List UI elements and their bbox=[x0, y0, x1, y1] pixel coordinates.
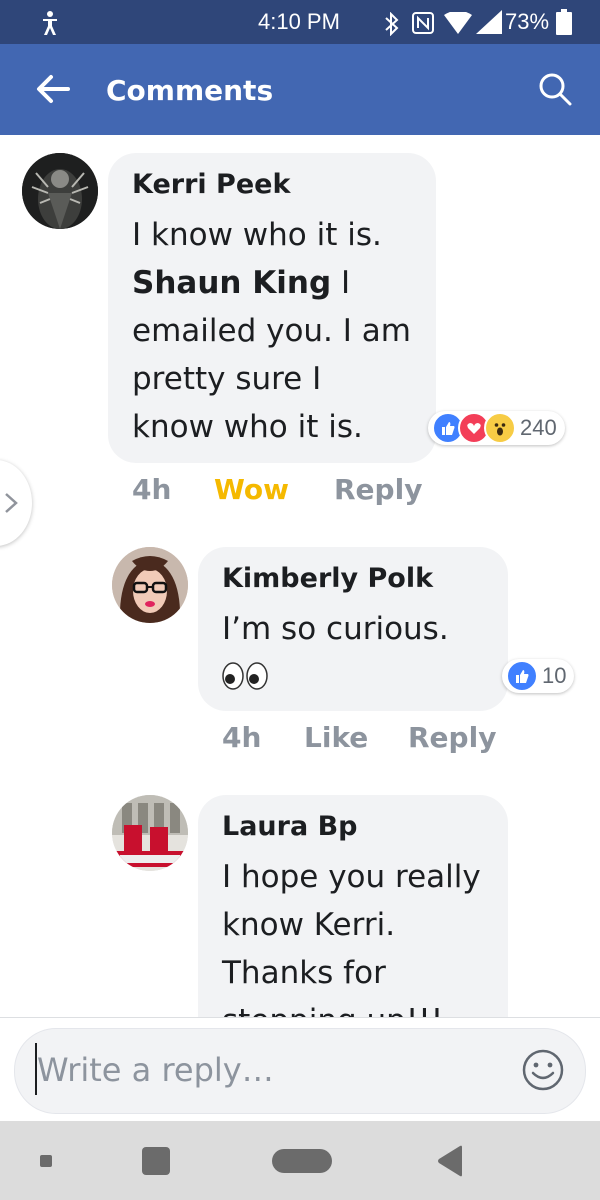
recents-icon[interactable] bbox=[142, 1147, 170, 1175]
page-title: Comments bbox=[106, 74, 274, 107]
battery-percent: 73% bbox=[505, 9, 550, 34]
status-bar: 4:10 PM 73% bbox=[0, 0, 600, 44]
comment-line: I hope you really bbox=[222, 859, 481, 895]
comment-time: 4h bbox=[222, 721, 262, 754]
battery-icon bbox=[556, 9, 572, 35]
search-icon[interactable] bbox=[538, 72, 572, 106]
eyes-emoji-icon bbox=[222, 662, 268, 690]
avatar[interactable] bbox=[112, 547, 188, 623]
chevron-right-icon bbox=[5, 493, 18, 513]
bluetooth-icon bbox=[385, 12, 399, 36]
system-nav-bar bbox=[0, 1121, 600, 1200]
home-icon[interactable] bbox=[272, 1149, 332, 1173]
comment-line: Shaun King I bbox=[132, 259, 432, 307]
wifi-icon bbox=[444, 12, 472, 34]
reply-composer: Write a reply… bbox=[0, 1017, 600, 1122]
comment-text: I know who it is. Shaun King I emailed y… bbox=[132, 211, 432, 451]
like-icon bbox=[506, 660, 538, 692]
comments-list: Kerri Peek I know who it is. Shaun King … bbox=[0, 135, 600, 1017]
like-button[interactable]: Like bbox=[304, 721, 368, 754]
app-bar: Comments bbox=[0, 44, 600, 135]
comment-line: know who it is. bbox=[132, 409, 363, 445]
signal-icon bbox=[476, 10, 502, 34]
nfc-icon bbox=[412, 12, 434, 34]
comment-author[interactable]: Kimberly Polk bbox=[222, 563, 433, 594]
smiley-icon[interactable] bbox=[521, 1048, 565, 1092]
avatar[interactable] bbox=[22, 153, 98, 229]
dot-icon[interactable] bbox=[40, 1155, 52, 1167]
back-arrow-icon[interactable] bbox=[36, 74, 70, 104]
comment-text: I hope you really know Kerri. Thanks for… bbox=[222, 853, 502, 1017]
wow-reaction-button[interactable]: Wow bbox=[214, 473, 289, 506]
comment-line: pretty sure I bbox=[132, 361, 322, 397]
mention-link[interactable]: Shaun King bbox=[132, 265, 331, 301]
wow-icon bbox=[484, 412, 516, 444]
avatar[interactable] bbox=[112, 795, 188, 871]
reply-button[interactable]: Reply bbox=[334, 473, 422, 506]
status-time: 4:10 PM bbox=[258, 9, 340, 34]
reply-input[interactable]: Write a reply… bbox=[14, 1028, 586, 1114]
comment-line: know Kerri. bbox=[222, 907, 396, 943]
comment-time: 4h bbox=[132, 473, 172, 506]
comment-line: I know who it is. bbox=[132, 217, 382, 253]
reply-button[interactable]: Reply bbox=[408, 721, 496, 754]
reaction-summary[interactable]: 10 bbox=[502, 659, 575, 693]
reaction-summary[interactable]: 240 bbox=[428, 411, 565, 445]
back-icon[interactable] bbox=[436, 1145, 464, 1177]
comment-line: Thanks for bbox=[222, 955, 386, 991]
side-panel-toggle[interactable] bbox=[0, 460, 32, 546]
reaction-count: 240 bbox=[520, 415, 557, 440]
comment-line: I’m so curious. bbox=[222, 611, 449, 647]
comment-line: stepping up!!! bbox=[222, 997, 502, 1017]
comment-author[interactable]: Kerri Peek bbox=[132, 169, 290, 200]
reply-placeholder: Write a reply… bbox=[37, 1051, 274, 1089]
accessibility-icon bbox=[43, 11, 57, 35]
comment-line-fragment: I bbox=[331, 265, 351, 301]
comment-author[interactable]: Laura Bp bbox=[222, 811, 358, 842]
comment-line: emailed you. I am bbox=[132, 313, 411, 349]
reaction-count: 10 bbox=[542, 663, 567, 688]
comment-text: I’m so curious. 👀 bbox=[222, 605, 502, 705]
